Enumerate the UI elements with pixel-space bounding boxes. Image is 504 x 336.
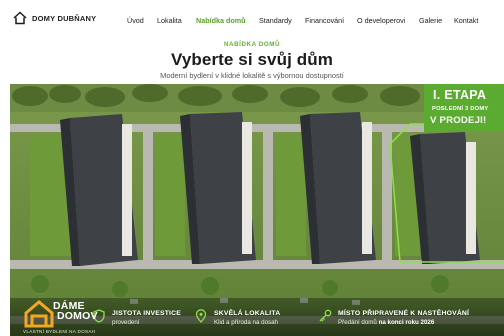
nav-item-financovani[interactable]: Financování: [305, 16, 344, 25]
stage-badge-title: I. ETAPA: [433, 88, 487, 102]
key-icon: [318, 309, 332, 323]
info-title: JISTOTA INVESTICE: [112, 310, 181, 317]
site-logo[interactable]: DOMY DUBŇANY: [13, 11, 96, 25]
house-logo-icon: [13, 11, 27, 25]
info-text-prefix: Předání domů: [338, 319, 379, 326]
stage-badge[interactable]: I. ETAPA POSLEDNÍ 3 DOMY V PRODEJI!: [424, 84, 504, 132]
logo-text: DOMY DUBŇANY: [32, 13, 97, 23]
page-title: Vyberte si svůj dům: [171, 50, 333, 69]
info-item-move-in: MÍSTO PŘIPRAVENÉ K NASTĚHOVÁNÍ Předání d…: [318, 309, 470, 326]
info-item-location: SKVĚLÁ LOKALITA Klid a příroda na dosah: [194, 309, 281, 326]
site-header: DOMY DUBŇANY Úvod Lokalita Nabídka domů …: [0, 0, 504, 40]
nav-item-kontakt[interactable]: Kontakt: [454, 16, 478, 25]
info-text: Předání domů na konci roku 2026: [338, 319, 469, 326]
page-subtitle: Moderní bydlení v klidné lokalitě s výbo…: [160, 71, 344, 80]
info-text: provedení: [112, 319, 140, 326]
section-eyebrow: NABÍDKA DOMŮ: [223, 41, 281, 48]
map-pin-icon: [194, 309, 208, 323]
nav-item-standardy[interactable]: Standardy: [259, 16, 292, 25]
nav-item-lokalita[interactable]: Lokalita: [157, 16, 182, 25]
nav-item-o-developerovi[interactable]: O developerovi: [357, 16, 405, 25]
info-text: Klid a příroda na dosah: [214, 319, 278, 326]
nav-item-galerie[interactable]: Galerie: [419, 16, 442, 25]
info-title: MÍSTO PŘIPRAVENÉ K NASTĚHOVÁNÍ: [338, 310, 470, 317]
info-title: SKVĚLÁ LOKALITA: [214, 310, 281, 317]
nav-item-uvod[interactable]: Úvod: [127, 16, 144, 25]
brand-block[interactable]: DÁME DOMOV VLASTNÍ BYDLENÍ NA DOSAH: [19, 298, 107, 336]
stage-badge-main: V PRODEJI!: [430, 115, 487, 126]
stage-badge-subtitle: POSLEDNÍ 3 DOMY: [432, 106, 489, 112]
info-text-bold: na konci roku 2026: [378, 319, 435, 326]
nav-item-nabidka-domu[interactable]: Nabídka domů: [196, 16, 246, 25]
brand-line-2: DOMOV: [57, 310, 98, 322]
brand-tagline: VLASTNÍ BYDLENÍ NA DOSAH: [23, 329, 96, 334]
